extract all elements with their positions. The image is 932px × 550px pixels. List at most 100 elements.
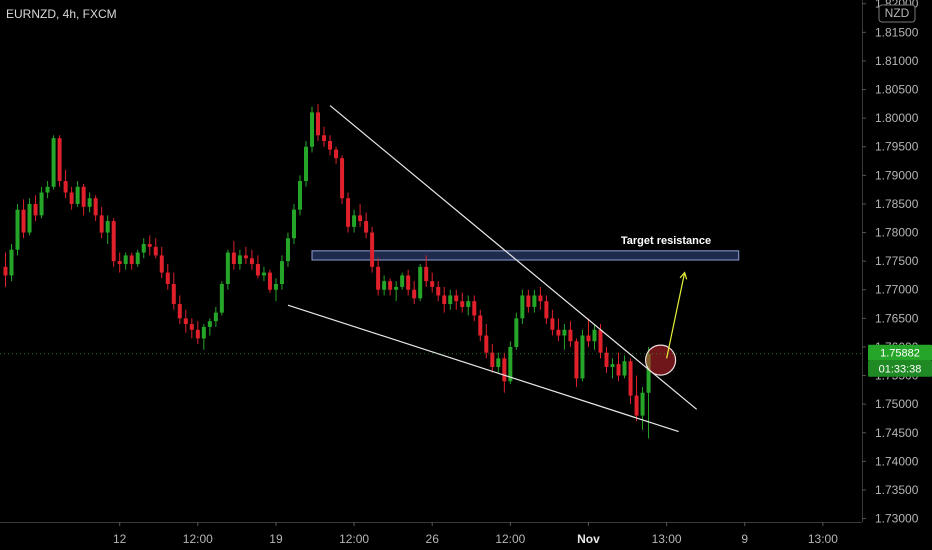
price-tick-label: 1.80500	[875, 83, 919, 97]
candle-body	[69, 192, 74, 204]
candle-body	[502, 358, 507, 382]
candle-body	[297, 181, 302, 210]
candle-body	[189, 324, 194, 330]
candle-body	[316, 112, 321, 136]
candle-body	[520, 295, 525, 319]
candle-body	[201, 326, 206, 339]
candle-body	[171, 284, 176, 305]
candle-body	[249, 258, 254, 264]
candle-body	[207, 321, 212, 327]
candle-body	[63, 181, 68, 193]
candle-body	[231, 252, 236, 264]
candle-body	[532, 295, 537, 307]
price-chart[interactable]: 1.820001.815001.810001.805001.800001.795…	[0, 0, 932, 550]
candle-body	[57, 138, 62, 182]
candle-body	[225, 252, 230, 285]
candle-body	[358, 215, 363, 222]
candle-body	[99, 215, 104, 233]
candle-body	[586, 335, 591, 342]
countdown-value: 01:33:38	[879, 364, 922, 376]
candle-body	[3, 266, 8, 276]
price-tick-label: 1.79000	[875, 168, 919, 182]
candle-body	[580, 335, 585, 379]
price-tick-label: 1.75000	[875, 397, 919, 411]
candle-body	[466, 301, 471, 307]
time-tick-label: 12:00	[339, 532, 369, 546]
time-tick-label: 12:00	[183, 532, 213, 546]
candle-body	[147, 243, 152, 247]
breakout-circle[interactable]	[644, 344, 677, 376]
candle-body	[604, 352, 609, 367]
price-tick-label: 1.73000	[875, 512, 919, 526]
price-tick-label: 1.80000	[875, 111, 919, 125]
candle-body	[159, 255, 164, 273]
candle-body	[141, 243, 146, 253]
price-tick-label: 1.78000	[875, 226, 919, 240]
candle-body	[111, 221, 116, 262]
candle-body	[105, 221, 110, 233]
candle-body	[526, 295, 531, 307]
candle-body	[490, 352, 495, 367]
candle-body	[574, 341, 579, 379]
candle-body	[628, 361, 633, 396]
candle-body	[340, 158, 345, 199]
price-tick-label: 1.73500	[875, 483, 919, 497]
candle-body	[382, 281, 387, 290]
price-tick-label: 1.74000	[875, 454, 919, 468]
candle-body	[255, 264, 260, 276]
candle-body	[135, 252, 140, 264]
time-tick-label: 13:00	[808, 532, 838, 546]
candle-body	[213, 312, 218, 322]
candle-body	[304, 146, 308, 182]
candle-body	[424, 266, 429, 282]
candle-body	[364, 221, 369, 233]
candle-body	[117, 261, 122, 264]
candle-body	[322, 135, 327, 142]
candle-body	[538, 295, 543, 302]
candle-body	[478, 315, 483, 336]
candle-body	[370, 232, 375, 267]
candle-body	[460, 301, 465, 307]
candle-body	[243, 255, 248, 259]
candle-body	[291, 209, 296, 239]
candle-body	[93, 198, 98, 216]
candle-body	[376, 266, 381, 290]
candle-body	[183, 318, 188, 325]
time-tick-label: 19	[269, 532, 283, 546]
price-tick-label: 1.77000	[875, 283, 919, 297]
price-tick-label: 1.77500	[875, 254, 919, 268]
candle-body	[430, 281, 435, 287]
candle-body	[267, 272, 272, 290]
candle-body	[51, 138, 56, 187]
candle-body	[237, 255, 242, 264]
candle-body	[472, 301, 477, 316]
time-tick-label: 12:00	[495, 532, 525, 546]
candle-body	[616, 364, 621, 376]
candle-body	[562, 329, 567, 336]
price-tick-label: 1.81500	[875, 25, 919, 39]
candle-body	[334, 149, 339, 159]
candle-body	[45, 186, 50, 193]
time-tick-label: Nov	[577, 532, 600, 546]
price-tick-label: 1.81000	[875, 54, 919, 68]
candle-body	[550, 318, 555, 330]
time-tick-label: 13:00	[652, 532, 682, 546]
candle-body	[165, 272, 170, 285]
projection-arrow[interactable]	[666, 272, 686, 359]
time-tick-label: 26	[426, 532, 440, 546]
candle-body	[400, 275, 405, 287]
candle-body	[394, 286, 399, 290]
resistance-zone[interactable]	[311, 250, 740, 261]
candle-body	[346, 198, 351, 227]
annotation-label: Target resistance	[621, 235, 711, 247]
candle-body	[436, 286, 441, 296]
candle-body	[9, 249, 14, 276]
candle-body	[310, 112, 315, 147]
candle-body	[123, 255, 128, 264]
candle-body	[634, 395, 639, 416]
candle-body	[496, 358, 501, 367]
time-tick-label: 12	[113, 532, 127, 546]
candle-body	[261, 272, 266, 276]
candle-body	[273, 284, 278, 290]
candle-body	[610, 364, 615, 367]
